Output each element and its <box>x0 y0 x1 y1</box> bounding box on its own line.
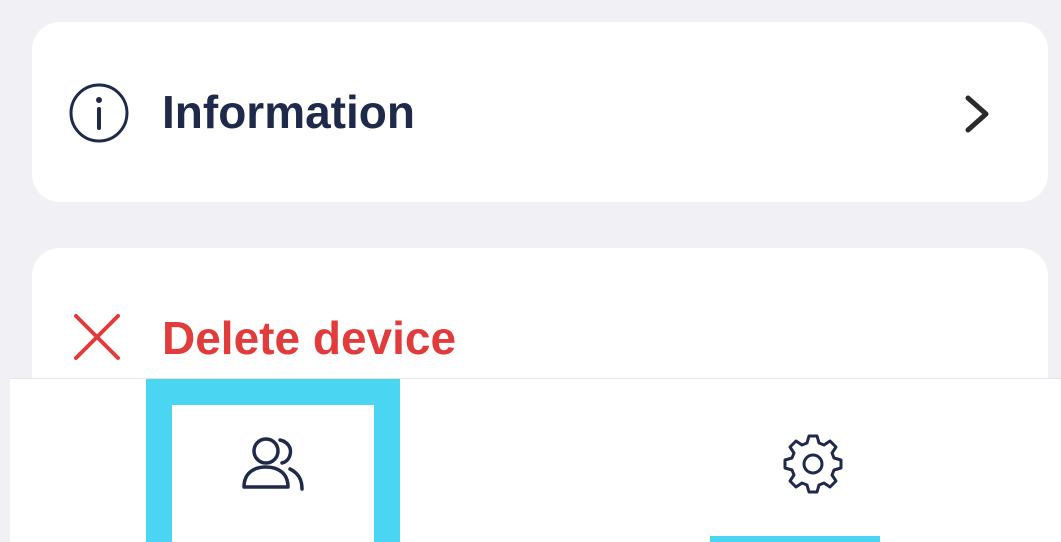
delete-device-label: Delete device <box>162 312 457 364</box>
close-icon <box>72 312 122 362</box>
tab-settings[interactable] <box>690 379 930 542</box>
information-menu-item[interactable]: Information <box>32 22 1048 202</box>
bottom-tab-bar <box>10 378 1061 542</box>
chevron-right-icon <box>962 94 992 134</box>
gear-icon <box>782 433 844 495</box>
info-icon <box>68 82 130 144</box>
active-tab-indicator <box>710 536 880 542</box>
tab-users[interactable] <box>146 379 400 542</box>
users-icon <box>240 433 304 493</box>
information-label: Information <box>162 86 415 138</box>
